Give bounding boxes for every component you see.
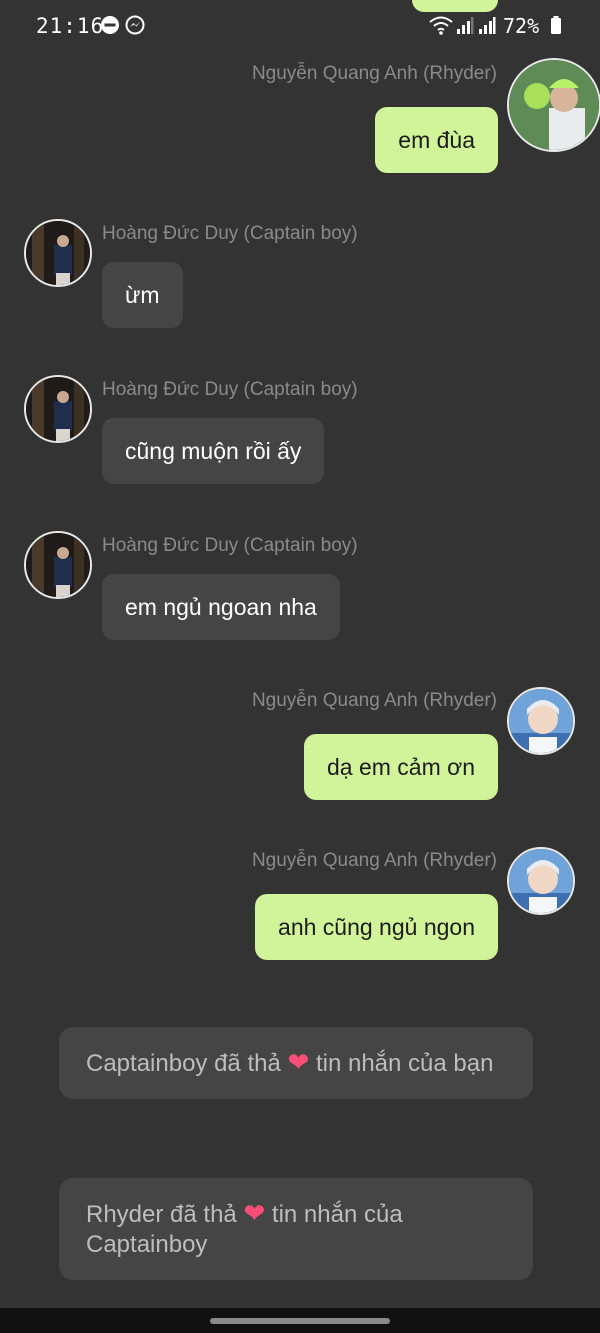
home-indicator[interactable] (210, 1318, 390, 1324)
message-bubble[interactable]: em đùa (375, 107, 498, 173)
avatar[interactable] (507, 58, 600, 152)
navigation-bar (0, 1308, 600, 1333)
sender-name: Nguyễn Quang Anh (Rhyder) (251, 850, 497, 871)
notice-text: tin nhắn của bạn (315, 1050, 494, 1077)
message-bubble[interactable]: em ngủ ngoan nha (102, 574, 340, 640)
wifi-icon (428, 15, 454, 40)
avatar[interactable] (24, 531, 92, 599)
reaction-notice: Rhyder đã thả ❤ tin nhắn của Captainboy (59, 1178, 533, 1280)
avatar[interactable] (24, 375, 92, 443)
battery-percentage: 72% (503, 14, 540, 38)
status-time: 21:16 (36, 14, 105, 38)
do-not-disturb-icon (100, 15, 120, 40)
message-bubble[interactable]: dạ em cảm ơn (303, 734, 498, 800)
sender-name: Nguyễn Quang Anh (Rhyder) (251, 63, 497, 84)
message-bubble[interactable]: ừm (102, 262, 183, 328)
messenger-icon (125, 15, 145, 40)
heart-icon: ❤ (243, 1198, 266, 1228)
avatar[interactable] (507, 687, 575, 755)
sender-name: Hoàng Đức Duy (Captain boy) (102, 379, 358, 400)
avatar[interactable] (24, 219, 92, 287)
signal-icon (478, 15, 496, 40)
sender-name: Hoàng Đức Duy (Captain boy) (102, 535, 358, 556)
heart-icon: ❤ (287, 1047, 310, 1077)
notice-text: Captainboy đã thả (86, 1050, 281, 1077)
notice-text: Rhyder đã thả (86, 1201, 237, 1228)
sender-name: Hoàng Đức Duy (Captain boy) (102, 223, 358, 244)
signal-icon (456, 15, 474, 40)
battery-icon (550, 15, 562, 40)
sender-name: Nguyễn Quang Anh (Rhyder) (251, 690, 497, 711)
reaction-notice: Captainboy đã thả ❤ tin nhắn của bạn (59, 1027, 533, 1099)
status-bar: 21:16 72% (0, 0, 600, 52)
avatar[interactable] (507, 847, 575, 915)
message-bubble[interactable]: cũng muộn rồi ấy (102, 418, 325, 484)
previous-message-bubble (412, 0, 498, 12)
message-bubble[interactable]: anh cũng ngủ ngon (255, 894, 498, 960)
